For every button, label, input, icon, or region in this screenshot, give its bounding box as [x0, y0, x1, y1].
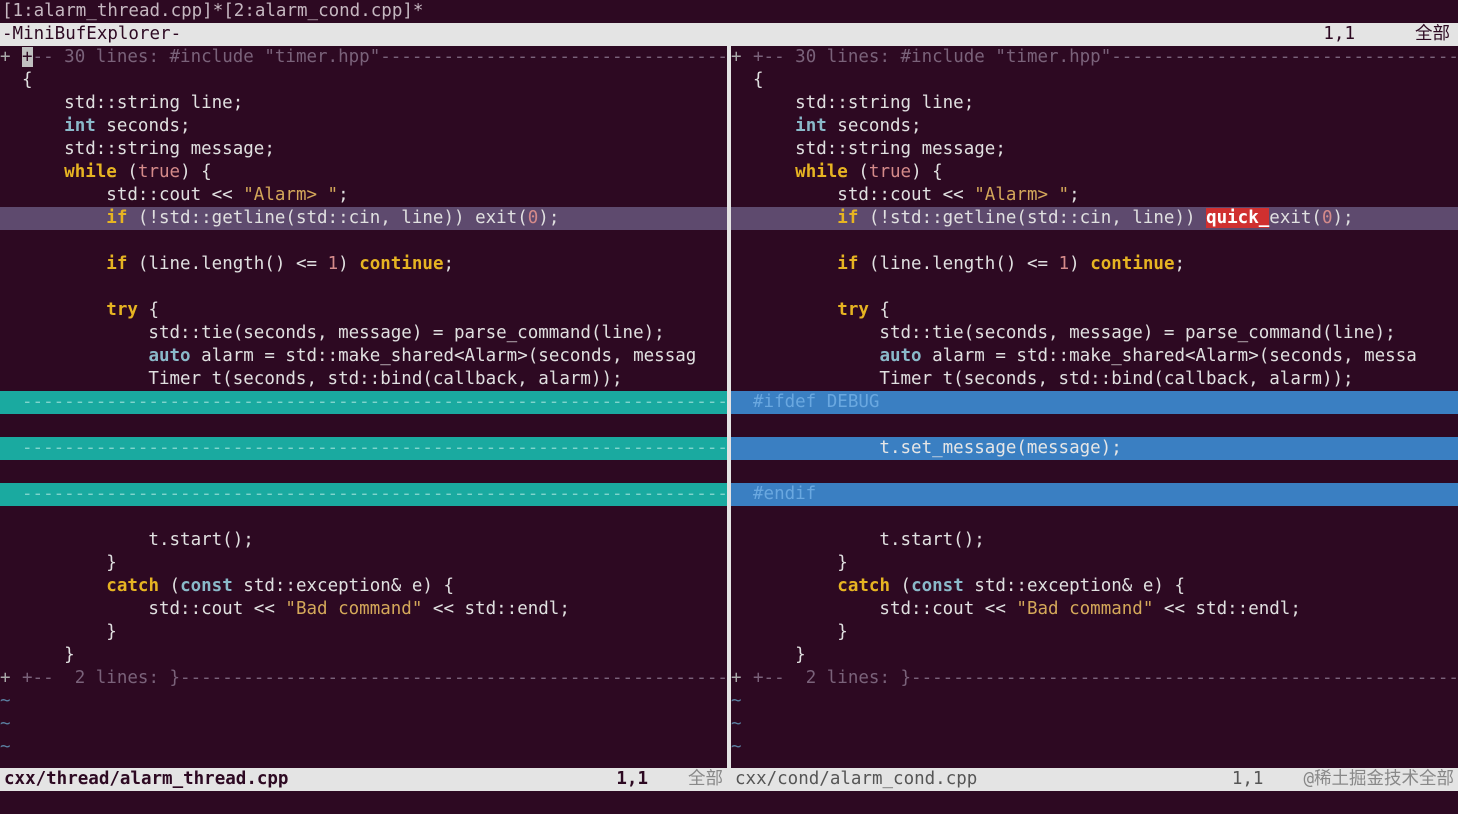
diff-added-text: quick_: [1206, 208, 1269, 228]
diff-add-endif: #endif: [731, 483, 1458, 506]
left-percent: 全部: [688, 768, 727, 791]
buffer-tabline[interactable]: [1:alarm_thread.cpp]*[2:alarm_cond.cpp]*: [0, 0, 1458, 23]
left-cursor-pos: 1,1: [616, 768, 688, 791]
left-statusline: cxx/thread/alarm_thread.cpp 1,1 全部: [0, 768, 727, 791]
right-cursor-pos: 1,1: [1232, 768, 1304, 791]
diff-add-ifdef: #ifdef DEBUG: [731, 391, 1458, 414]
left-pane[interactable]: + +-- 30 lines: #include "timer.hpp" { s…: [0, 46, 727, 791]
fold-footer-right[interactable]: 2 lines: }: [806, 668, 911, 688]
left-code[interactable]: + +-- 30 lines: #include "timer.hpp" { s…: [0, 46, 727, 791]
right-statusline: cxx/cond/alarm_cond.cpp 1,1 @稀土掘金技术全部: [731, 768, 1458, 791]
diff-filler-2: ----------------------------------------…: [0, 437, 727, 460]
empty-line-marker: ~: [0, 691, 11, 711]
minibuf-label: -MiniBufExplorer-: [0, 23, 181, 46]
minibuf-position: 1,1: [1323, 23, 1415, 46]
watermark-text: @稀土掘金技术全部: [1303, 768, 1458, 791]
right-pane[interactable]: + +-- 30 lines: #include "timer.hpp" { s…: [731, 46, 1458, 791]
diff-filler-1: ----------------------------------------…: [0, 391, 727, 414]
fold-header-left[interactable]: 30 lines: #include "timer.hpp": [64, 47, 380, 67]
minibuf-percent: 全部: [1415, 23, 1458, 46]
fold-header-right[interactable]: 30 lines: #include "timer.hpp": [795, 47, 1111, 67]
diff-change-line-right: if (!std::getline(std::cin, line)) quick…: [731, 207, 1458, 230]
right-filename: cxx/cond/alarm_cond.cpp: [731, 768, 977, 791]
right-code[interactable]: + +-- 30 lines: #include "timer.hpp" { s…: [731, 46, 1458, 791]
diff-add-setmsg: t.set_message(message);: [731, 437, 1458, 460]
diff-filler-3: ----------------------------------------…: [0, 483, 727, 506]
minibuf-explorer-bar: -MiniBufExplorer- 1,1 全部: [0, 23, 1458, 46]
diff-change-line-left: if (!std::getline(std::cin, line)) exit(…: [0, 207, 727, 230]
diff-split-container: + +-- 30 lines: #include "timer.hpp" { s…: [0, 46, 1458, 791]
fold-footer-left[interactable]: 2 lines: }: [75, 668, 180, 688]
left-filename: cxx/thread/alarm_thread.cpp: [0, 768, 288, 791]
